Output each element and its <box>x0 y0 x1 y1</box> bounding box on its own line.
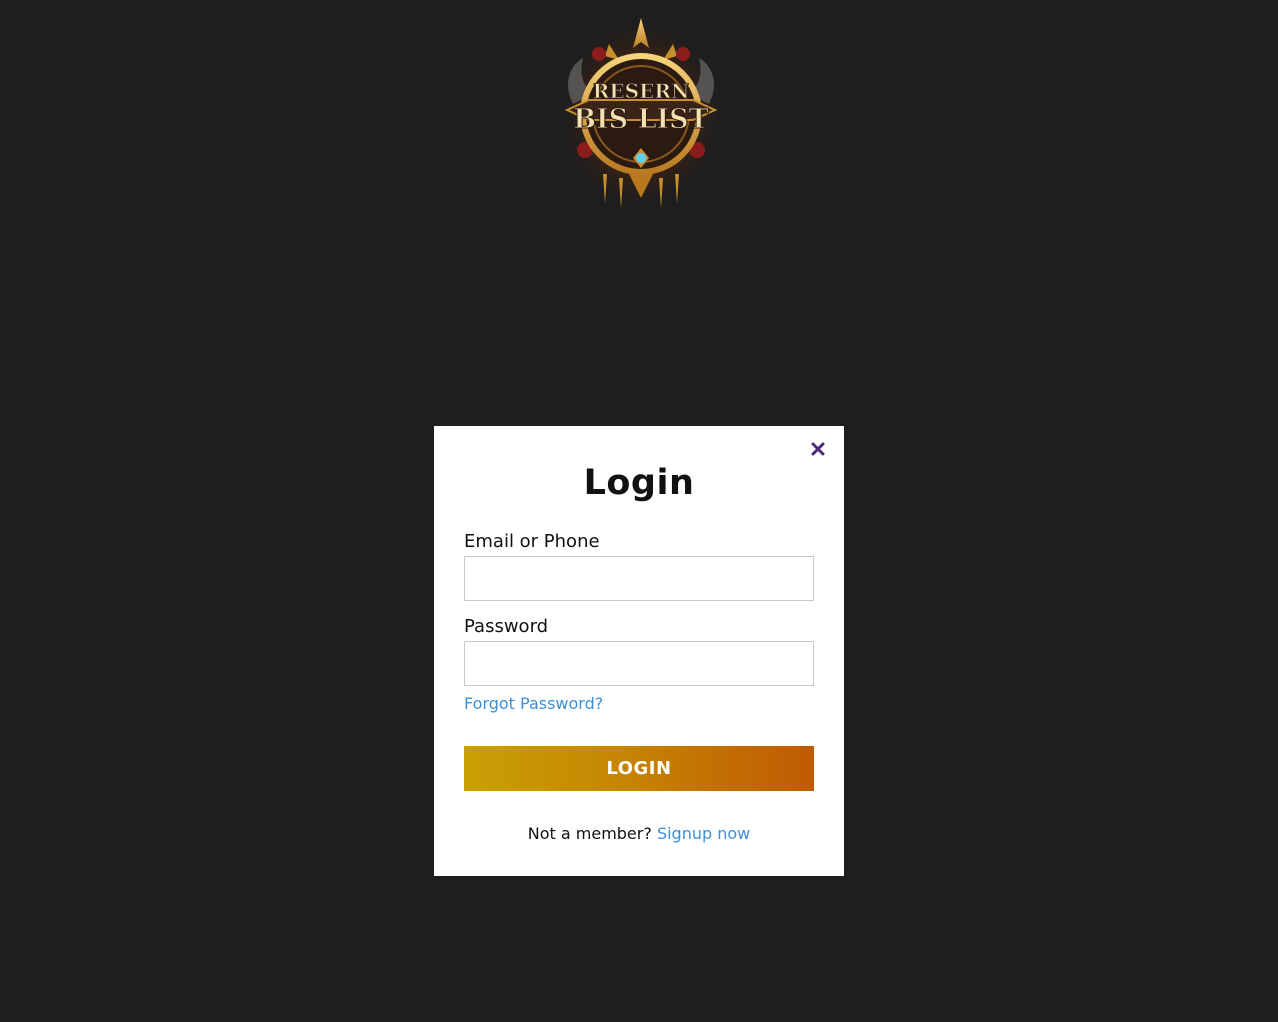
close-icon <box>811 442 825 456</box>
login-modal: Login Email or Phone Password Forgot Pas… <box>434 426 844 876</box>
signup-prompt: Not a member? Signup now <box>434 823 844 845</box>
forgot-password-link[interactable]: Forgot Password? <box>464 694 603 714</box>
site-logo: RESERN BIS LIST <box>559 14 723 210</box>
email-field[interactable] <box>464 556 814 601</box>
svg-text:BIS LIST: BIS LIST <box>573 104 709 135</box>
logo-emblem-icon: RESERN BIS LIST <box>563 18 719 208</box>
email-label: Email or Phone <box>464 531 600 552</box>
password-field[interactable] <box>464 641 814 686</box>
login-button[interactable]: LOGIN <box>464 746 814 791</box>
svg-text:RESERN: RESERN <box>593 79 689 103</box>
modal-title: Login <box>583 463 695 503</box>
password-label: Password <box>464 616 549 637</box>
close-button[interactable] <box>808 439 828 459</box>
signup-link[interactable]: Signup now <box>657 824 750 843</box>
signup-prompt-text: Not a member? <box>527 824 652 843</box>
